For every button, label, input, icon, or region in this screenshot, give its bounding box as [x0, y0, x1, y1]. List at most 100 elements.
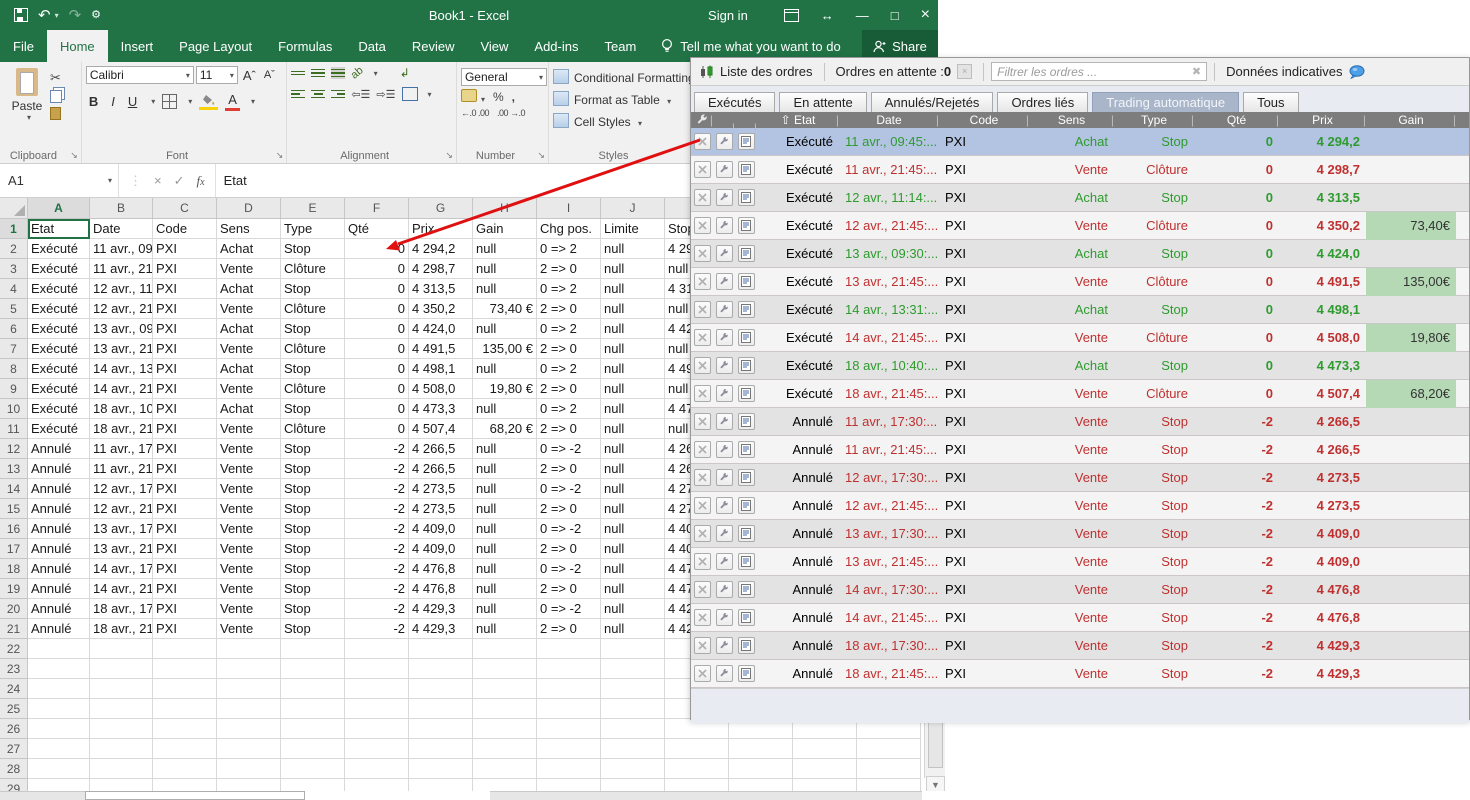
- order-row-14[interactable]: Annulé 12 avr., 21:45:... PXI Vente Stop -2 4 …: [691, 492, 1469, 520]
- cell-F17[interactable]: -2: [345, 539, 409, 559]
- cell-D3[interactable]: Vente: [217, 259, 281, 279]
- cell-K28[interactable]: [665, 759, 729, 779]
- row-header-21[interactable]: 21: [0, 619, 28, 639]
- cell-D13[interactable]: Vente: [217, 459, 281, 479]
- row-header-19[interactable]: 19: [0, 579, 28, 599]
- order-details-icon[interactable]: [737, 413, 755, 430]
- decrease-font-icon[interactable]: Aˇ: [261, 68, 278, 82]
- cell-B4[interactable]: 12 avr., 11: [90, 279, 153, 299]
- cell-H13[interactable]: null: [473, 459, 537, 479]
- cell-G13[interactable]: 4 266,5: [409, 459, 473, 479]
- cell-A12[interactable]: Annulé: [28, 439, 90, 459]
- cell-D22[interactable]: [217, 639, 281, 659]
- cell-B7[interactable]: 13 avr., 21: [90, 339, 153, 359]
- cell-F14[interactable]: -2: [345, 479, 409, 499]
- sheet-tab[interactable]: [85, 791, 305, 800]
- cell-I5[interactable]: 2 => 0: [537, 299, 601, 319]
- order-details-icon[interactable]: [737, 217, 755, 234]
- cell-G25[interactable]: [409, 699, 473, 719]
- cell-B27[interactable]: [90, 739, 153, 759]
- cell-A26[interactable]: [28, 719, 90, 739]
- cell-H24[interactable]: [473, 679, 537, 699]
- cell-B3[interactable]: 11 avr., 21: [90, 259, 153, 279]
- close-icon[interactable]: ×: [921, 7, 930, 23]
- minimize-icon[interactable]: —: [856, 9, 869, 22]
- cell-E11[interactable]: Clôture: [281, 419, 345, 439]
- cell-D19[interactable]: Vente: [217, 579, 281, 599]
- cell-J12[interactable]: null: [601, 439, 665, 459]
- cancel-order-icon[interactable]: [693, 189, 711, 206]
- cell-J14[interactable]: null: [601, 479, 665, 499]
- italic-button[interactable]: I: [108, 93, 118, 110]
- font-size-select[interactable]: 11 ▾: [195, 66, 238, 84]
- cell-I12[interactable]: 0 => -2: [537, 439, 601, 459]
- cancel-order-icon[interactable]: [693, 665, 711, 682]
- ribbon-display-options-icon[interactable]: [783, 8, 799, 22]
- cell-C21[interactable]: PXI: [153, 619, 217, 639]
- cell-D2[interactable]: Achat: [217, 239, 281, 259]
- row-header-14[interactable]: 14: [0, 479, 28, 499]
- order-row-2[interactable]: Exécuté 11 avr., 21:45:... PXI Vente Clôture…: [691, 156, 1469, 184]
- cell-E26[interactable]: [281, 719, 345, 739]
- cell-E6[interactable]: Stop: [281, 319, 345, 339]
- cell-A27[interactable]: [28, 739, 90, 759]
- comma-style-icon[interactable]: ,: [512, 90, 515, 104]
- cell-C12[interactable]: PXI: [153, 439, 217, 459]
- row-header-18[interactable]: 18: [0, 559, 28, 579]
- cell-I14[interactable]: 0 => -2: [537, 479, 601, 499]
- cell-D21[interactable]: Vente: [217, 619, 281, 639]
- cell-F22[interactable]: [345, 639, 409, 659]
- cell-A14[interactable]: Annulé: [28, 479, 90, 499]
- cell-G10[interactable]: 4 473,3: [409, 399, 473, 419]
- clear-filter-icon[interactable]: ✖: [1192, 65, 1201, 78]
- row-header-2[interactable]: 2: [0, 239, 28, 259]
- cell-J21[interactable]: null: [601, 619, 665, 639]
- cell-H16[interactable]: null: [473, 519, 537, 539]
- cell-F20[interactable]: -2: [345, 599, 409, 619]
- sign-in-link[interactable]: Sign in: [708, 8, 748, 23]
- increase-indent-icon[interactable]: ⇨☰: [376, 88, 395, 101]
- percent-style-icon[interactable]: %: [493, 90, 504, 104]
- order-details-icon[interactable]: [737, 385, 755, 402]
- cell-J2[interactable]: null: [601, 239, 665, 259]
- modify-order-icon[interactable]: [715, 217, 733, 234]
- liste-des-ordres-tab[interactable]: Liste des ordres: [695, 64, 817, 79]
- modify-order-icon[interactable]: [715, 609, 733, 626]
- cell-A28[interactable]: [28, 759, 90, 779]
- align-right-icon[interactable]: [331, 88, 346, 100]
- cell-F11[interactable]: 0: [345, 419, 409, 439]
- cell-B15[interactable]: 12 avr., 21: [90, 499, 153, 519]
- insert-function-icon[interactable]: fx: [197, 173, 205, 189]
- cell-B8[interactable]: 14 avr., 13: [90, 359, 153, 379]
- cell-E8[interactable]: Stop: [281, 359, 345, 379]
- cell-F19[interactable]: -2: [345, 579, 409, 599]
- cell-G14[interactable]: 4 273,5: [409, 479, 473, 499]
- cell-H28[interactable]: [473, 759, 537, 779]
- cell-A22[interactable]: [28, 639, 90, 659]
- cell-H3[interactable]: null: [473, 259, 537, 279]
- row-header-24[interactable]: 24: [0, 679, 28, 699]
- cell-C14[interactable]: PXI: [153, 479, 217, 499]
- cell-H14[interactable]: null: [473, 479, 537, 499]
- cell-G1[interactable]: Prix: [409, 219, 473, 239]
- cell-H2[interactable]: null: [473, 239, 537, 259]
- order-row-12[interactable]: Annulé 11 avr., 21:45:... PXI Vente Stop -2 4 …: [691, 436, 1469, 464]
- cell-D6[interactable]: Achat: [217, 319, 281, 339]
- cell-B16[interactable]: 13 avr., 17: [90, 519, 153, 539]
- ribbon-tab-review[interactable]: Review: [399, 30, 468, 62]
- cell-F10[interactable]: 0: [345, 399, 409, 419]
- row-header-8[interactable]: 8: [0, 359, 28, 379]
- cell-E18[interactable]: Stop: [281, 559, 345, 579]
- cell-G21[interactable]: 4 429,3: [409, 619, 473, 639]
- order-row-15[interactable]: Annulé 13 avr., 17:30:... PXI Vente Stop -2 4 …: [691, 520, 1469, 548]
- align-bottom-icon[interactable]: [331, 67, 346, 79]
- undo-dropdown-icon[interactable]: ▾: [55, 11, 59, 20]
- cell-H25[interactable]: [473, 699, 537, 719]
- cell-J24[interactable]: [601, 679, 665, 699]
- order-details-icon[interactable]: [737, 637, 755, 654]
- cell-J28[interactable]: [601, 759, 665, 779]
- qat-customize-icon[interactable]: ⚙︎: [91, 9, 101, 21]
- cell-N27[interactable]: [857, 739, 921, 759]
- orders-subtab-ordres-li-s[interactable]: Ordres liés: [997, 92, 1089, 112]
- cell-A10[interactable]: Exécuté: [28, 399, 90, 419]
